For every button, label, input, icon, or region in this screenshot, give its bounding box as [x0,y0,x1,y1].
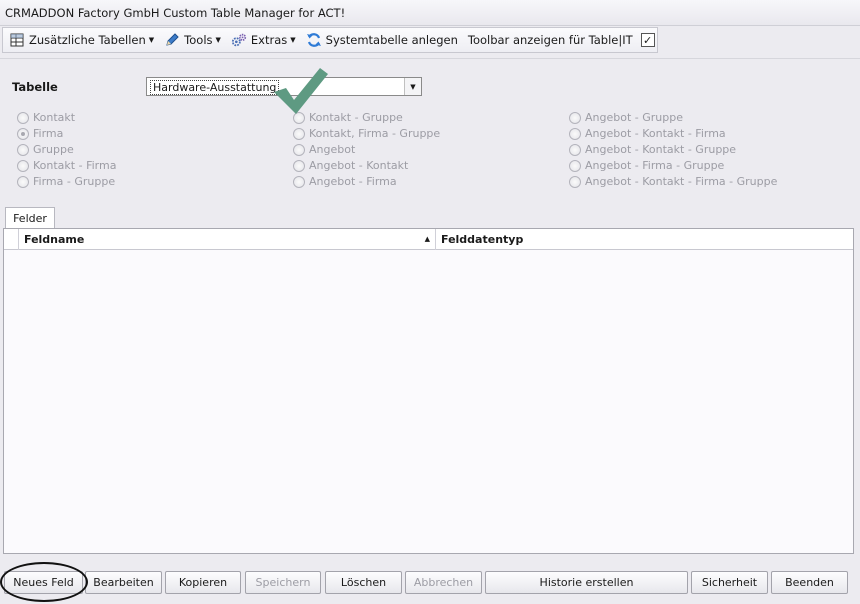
kopieren-button[interactable]: Kopieren [165,571,241,594]
row-selector-header [4,229,19,250]
window-title: CRMADDON Factory GmbH Custom Table Manag… [0,0,860,26]
radio-label: Firma [33,127,64,140]
radio-label: Kontakt, Firma - Gruppe [309,127,441,140]
radio-label: Angebot - Kontakt - Firma [585,127,726,140]
radio-circle [17,143,29,156]
systemtabelle-anlegen-button[interactable]: Systemtabelle anlegen [306,32,458,48]
radio-circle [17,175,29,188]
radio-label: Angebot - Kontakt [309,159,409,172]
column-header-label: Felddatentyp [441,233,524,246]
radio-label: Angebot - Kontakt - Gruppe [585,143,737,156]
radio-circle [569,127,581,140]
tools-menu[interactable]: Tools ▼ [164,32,221,48]
neues-feld-button[interactable]: Neues Feld [4,571,83,594]
sort-ascending-icon: ▲ [424,235,430,243]
toolbar: Zusätzliche Tabellen ▼ Tools ▼ Extras ▼ … [2,27,658,53]
zusaetzliche-tabellen-menu[interactable]: Zusätzliche Tabellen ▼ [9,32,154,48]
table-settings-panel: Tabelle Hardware-Ausstattung ▼ Kontakt F… [0,58,860,204]
radio-label: Kontakt - Firma [33,159,117,172]
chevron-down-icon: ▼ [290,36,296,44]
radio-label: Gruppe [33,143,74,156]
radio-angebot-firma[interactable]: Angebot - Firma [293,175,397,188]
radio-angebot-kontakt-firma-gruppe[interactable]: Angebot - Kontakt - Firma - Gruppe [569,175,777,188]
sicherheit-button[interactable]: Sicherheit [691,571,768,594]
radio-kontakt-firma-gruppe[interactable]: Kontakt, Firma - Gruppe [293,127,440,140]
toolbar-anzeigen-item[interactable]: Toolbar anzeigen für Table|IT ✓ [468,33,655,47]
radio-label: Angebot [309,143,356,156]
column-header-felddatentyp[interactable]: Felddatentyp [436,229,736,250]
radio-circle [569,143,581,156]
toolbar-anzeigen-checkbox[interactable]: ✓ [640,33,655,47]
radio-circle [569,159,581,172]
radio-angebot-firma-gruppe[interactable]: Angebot - Firma - Gruppe [569,159,724,172]
radio-circle [569,175,581,188]
bearbeiten-button[interactable]: Bearbeiten [85,571,162,594]
historie-erstellen-button[interactable]: Historie erstellen [485,571,688,594]
radio-circle [293,143,305,156]
radio-angebot-gruppe[interactable]: Angebot - Gruppe [569,111,683,124]
radio-label: Angebot - Kontakt - Firma - Gruppe [585,175,778,188]
radio-circle [293,159,305,172]
tabelle-selected-value: Hardware-Ausstattung [150,80,280,95]
fields-grid[interactable]: Feldname ▲ Felddatentyp [3,228,854,554]
radio-label: Kontakt [33,111,76,124]
radio-angebot-kontakt[interactable]: Angebot - Kontakt [293,159,408,172]
radio-circle [293,175,305,188]
beenden-button[interactable]: Beenden [771,571,848,594]
tools-label: Tools [184,33,213,47]
radio-gruppe[interactable]: Gruppe [17,143,74,156]
zusaetzliche-tabellen-label: Zusätzliche Tabellen [29,33,146,47]
systemtabelle-anlegen-label: Systemtabelle anlegen [325,33,458,47]
radio-label: Firma - Gruppe [33,175,116,188]
loeschen-button[interactable]: Löschen [325,571,402,594]
radio-firma[interactable]: Firma [17,127,63,140]
radio-kontakt-firma[interactable]: Kontakt - Firma [17,159,116,172]
radio-circle [293,127,305,140]
table-icon [9,32,25,48]
column-header-feldname[interactable]: Feldname ▲ [20,229,436,250]
toolbar-anzeigen-label: Toolbar anzeigen für Table|IT [467,33,633,47]
extras-menu[interactable]: Extras ▼ [231,32,296,48]
radio-angebot[interactable]: Angebot [293,143,355,156]
abbrechen-button[interactable]: Abbrechen [405,571,482,594]
tab-felder[interactable]: Felder [5,207,55,229]
radio-circle [17,127,29,140]
grid-header: Feldname ▲ Felddatentyp [4,229,853,250]
radio-label: Angebot - Gruppe [585,111,683,124]
chevron-down-icon: ▼ [215,36,221,44]
chevron-down-icon[interactable]: ▼ [404,78,421,95]
tabelle-label: Tabelle [12,80,58,94]
radio-firma-gruppe[interactable]: Firma - Gruppe [17,175,115,188]
chevron-down-icon: ▼ [148,36,155,44]
radio-angebot-kontakt-firma[interactable]: Angebot - Kontakt - Firma [569,127,726,140]
radio-circle [17,111,29,124]
gears-icon [231,32,247,48]
radio-kontakt[interactable]: Kontakt [17,111,75,124]
extras-label: Extras [250,33,288,47]
refresh-icon [306,32,322,48]
radio-angebot-kontakt-gruppe[interactable]: Angebot - Kontakt - Gruppe [569,143,736,156]
pencil-icon [164,32,180,48]
radio-circle [569,111,581,124]
column-header-label: Feldname [24,233,85,246]
radio-label: Angebot - Firma - Gruppe [585,159,725,172]
check-icon [270,66,332,119]
radio-circle [17,159,29,172]
radio-label: Angebot - Firma [309,175,397,188]
speichern-button[interactable]: Speichern [245,571,321,594]
